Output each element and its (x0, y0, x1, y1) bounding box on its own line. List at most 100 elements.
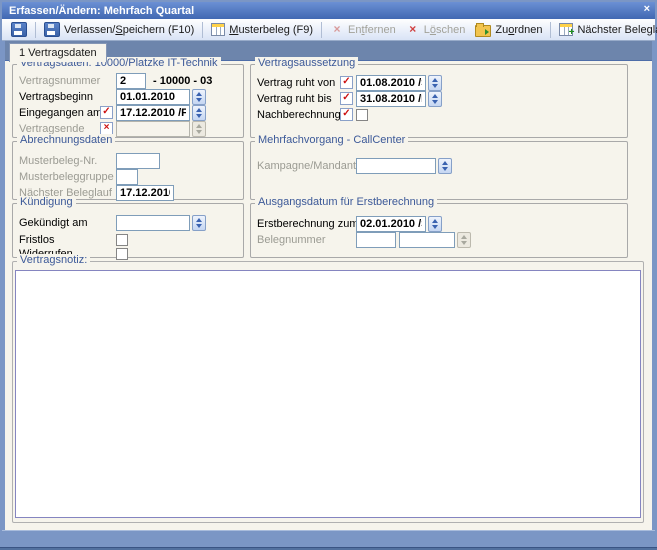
save-icon (11, 22, 27, 37)
naechster-beleglauf-label: Nächster Beleglauf (577, 24, 657, 36)
musterbeleggruppe-label: Musterbeleggruppe (19, 171, 114, 183)
belegnummer-label: Belegnummer (257, 234, 325, 246)
row-ruht-von: Vertrag ruht von ✓ (251, 75, 627, 91)
kampagne-label: Kampagne/Mandant (257, 160, 356, 172)
delete-icon: × (406, 23, 420, 36)
naechster-beleglauf-button[interactable]: + Nächster Beleglauf (554, 21, 657, 38)
tab-vertragsdaten[interactable]: 1 Vertragsdaten (9, 43, 107, 62)
group-mehrfachvorgang-title: Mehrfachvorgang - CallCenter (255, 134, 408, 146)
musterbeleg-nr-input[interactable] (116, 153, 160, 169)
row-ruht-bis: Vertrag ruht bis ✓ (251, 91, 627, 107)
vertragsnummer-label: Vertragsnummer (19, 75, 100, 87)
erstberechnung-zum-input[interactable] (356, 216, 426, 232)
widerrufen-checkbox[interactable] (116, 248, 128, 260)
ruht-von-label: Vertrag ruht von (257, 77, 335, 89)
row-gekuendigt: Gekündigt am (13, 215, 243, 231)
loeschen-button: × Löschen (401, 21, 471, 38)
kampagne-input[interactable] (356, 158, 436, 174)
fristlos-checkbox[interactable] (116, 234, 128, 246)
vertragsbeginn-input[interactable] (116, 89, 190, 105)
row-kampagne: Kampagne/Mandant (251, 158, 627, 174)
close-icon[interactable]: × (644, 3, 650, 15)
group-vertragsnotiz-title: Vertragsnotiz: (17, 254, 90, 266)
ruht-von-check-icon[interactable]: ✓ (340, 76, 353, 89)
musterbeleggruppe-input[interactable] (116, 169, 138, 185)
verlassen-speichern-label: Verlassen/Speichern (F10) (64, 24, 194, 36)
row-vertragsbeginn: Vertragsbeginn (13, 89, 243, 105)
group-abrechnungsdaten: Abrechnungsdaten Musterbeleg-Nr. Musterb… (12, 141, 244, 200)
row-belegnummer: Belegnummer (251, 232, 627, 248)
erstberechnung-zum-label: Erstberechnung zum (257, 218, 359, 230)
belegnummer-input-1[interactable] (356, 232, 396, 248)
group-kuendigung: Kündigung Gekündigt am Fristlos Widerruf… (12, 203, 244, 258)
save-exit-icon (44, 22, 60, 37)
ruht-bis-spinner[interactable] (428, 91, 442, 107)
naechster-beleglauf-input (116, 185, 174, 201)
fristlos-label: Fristlos (19, 234, 54, 246)
row-eingegangen: Eingegangen am ✓ (13, 105, 243, 121)
group-mehrfachvorgang: Mehrfachvorgang - CallCenter Kampagne/Ma… (250, 141, 628, 200)
remove-icon: × (330, 23, 344, 36)
entfernen-button: × Entfernen (325, 21, 401, 38)
ruht-bis-check-icon[interactable]: ✓ (340, 92, 353, 105)
musterbeleg-button[interactable]: Musterbeleg (F9) (206, 21, 318, 38)
ruht-von-input[interactable] (356, 75, 426, 91)
bottom-frame-highlight (2, 530, 655, 531)
vertragsbeginn-label: Vertragsbeginn (19, 91, 93, 103)
eingegangen-check-icon[interactable]: ✓ (100, 106, 113, 119)
toolbar-separator (35, 22, 36, 38)
belegnummer-spinner (457, 232, 471, 248)
app-window: Erfassen/Ändern: Mehrfach Quartal × Verl… (0, 0, 657, 550)
group-vertragsaussetzung-title: Vertragsaussetzung (255, 57, 358, 69)
eingegangen-input[interactable] (116, 105, 190, 121)
verlassen-speichern-button[interactable]: Verlassen/Speichern (F10) (39, 20, 199, 39)
entfernen-label: Entfernen (348, 24, 396, 36)
row-nachberechnung: Nachberechnung ✓ (251, 107, 627, 123)
assign-folder-icon (475, 25, 491, 37)
nachberechnung-check-icon[interactable]: ✓ (340, 108, 353, 121)
erstberechnung-zum-spinner[interactable] (428, 216, 442, 232)
vertragsnotiz-textarea[interactable] (15, 270, 641, 518)
row-vertragsnummer: Vertragsnummer - 10000 - 03 (13, 73, 243, 89)
ruht-bis-input[interactable] (356, 91, 426, 107)
save-button[interactable] (6, 20, 32, 39)
vertragsende-input (116, 121, 190, 137)
toolbar-separator (321, 22, 322, 38)
zuordnen-label: Zuordnen (495, 24, 542, 36)
group-kuendigung-title: Kündigung (17, 196, 76, 208)
eingegangen-spinner[interactable] (192, 105, 206, 121)
zuordnen-button[interactable]: Zuordnen (470, 21, 547, 39)
gekuendigt-spinner[interactable] (192, 215, 206, 231)
next-beleglauf-icon: + (559, 23, 573, 36)
row-musterbeleggruppe: Musterbeleggruppe (13, 169, 243, 185)
group-ausgangsdatum: Ausgangsdatum für Erstberechnung Erstber… (250, 203, 628, 258)
toolbar: Verlassen/Speichern (F10) Musterbeleg (F… (2, 19, 655, 41)
vertragsende-spinner (192, 121, 206, 137)
gekuendigt-label: Gekündigt am (19, 217, 87, 229)
belegnummer-input-2 (399, 232, 455, 248)
loeschen-label: Löschen (424, 24, 466, 36)
group-vertragsaussetzung: Vertragsaussetzung Vertrag ruht von ✓ Ve… (250, 64, 628, 138)
ruht-von-spinner[interactable] (428, 75, 442, 91)
vertragsnummer-input[interactable] (116, 73, 146, 89)
group-abrechnungsdaten-title: Abrechnungsdaten (17, 134, 115, 146)
window-title: Erfassen/Ändern: Mehrfach Quartal (9, 5, 194, 17)
musterbeleg-label: Musterbeleg (F9) (229, 24, 313, 36)
toolbar-separator (202, 22, 203, 38)
toolbar-separator (550, 22, 551, 38)
title-bar: Erfassen/Ändern: Mehrfach Quartal (2, 2, 655, 19)
row-erstberechnung-zum: Erstberechnung zum (251, 216, 627, 232)
musterbeleg-nr-label: Musterbeleg-Nr. (19, 155, 97, 167)
eingegangen-label: Eingegangen am (19, 107, 102, 119)
nachberechnung-checkbox[interactable] (356, 109, 368, 121)
vertragsnummer-suffix: - 10000 - 03 (153, 75, 212, 87)
nachberechnung-label: Nachberechnung (257, 109, 341, 121)
row-musterbeleg-nr: Musterbeleg-Nr. (13, 153, 243, 169)
vertragsbeginn-spinner[interactable] (192, 89, 206, 105)
group-vertragsnotiz: Vertragsnotiz: (12, 261, 644, 523)
group-vertragsdaten: Vertragsdaten: 10000/Platzke IT-Technik … (12, 64, 244, 138)
ruht-bis-label: Vertrag ruht bis (257, 93, 332, 105)
gekuendigt-input[interactable] (116, 215, 190, 231)
musterbeleg-icon (211, 23, 225, 36)
kampagne-dropdown-button[interactable] (438, 158, 452, 174)
